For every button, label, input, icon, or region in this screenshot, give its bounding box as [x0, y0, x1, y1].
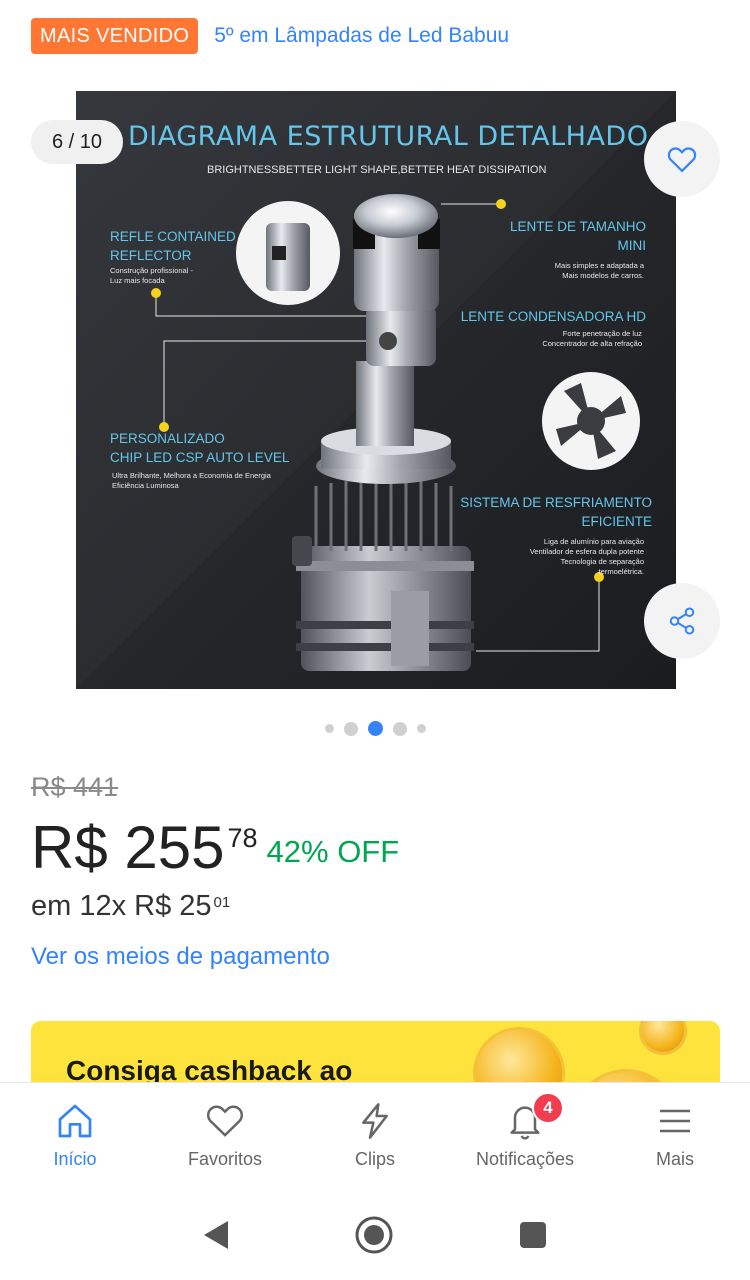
menu-icon: [660, 1109, 690, 1133]
chip-note: Ultra Brilhante, Melhora a Economia de E…: [112, 471, 271, 491]
home-icon: [58, 1104, 92, 1138]
reflector-title-line-1: REFLE CONTAINED: [110, 229, 236, 244]
bolt-icon: [362, 1103, 388, 1139]
lens-title-line-1: LENTE DE TAMANHO: [509, 219, 646, 234]
notification-count-badge: 4: [532, 1092, 564, 1124]
chip-note-line-2: Eficiência Luminosa: [112, 481, 179, 490]
cooling-note: Liga de alumínio para aviação Ventilador…: [530, 537, 644, 577]
reflector-callout: REFLE CONTAINED REFLECTOR: [110, 227, 236, 265]
installments-cents: 01: [213, 894, 231, 911]
cooling-note-line-1: Liga de alumínio para aviação: [543, 537, 644, 546]
nav-item-clips[interactable]: Clips: [300, 1083, 450, 1190]
pagination-dot[interactable]: [324, 724, 334, 733]
recents-icon[interactable]: [518, 1220, 548, 1250]
gallery-pagination: [0, 721, 750, 736]
share-button[interactable]: [644, 583, 720, 659]
share-icon: [669, 607, 695, 635]
product-image-gallery[interactable]: DIAGRAMA ESTRUTURAL DETALHADO BRIGHTNESS…: [76, 91, 676, 689]
cooling-callout: SISTEMA DE RESFRIAMENTO EFICIENTE: [460, 493, 652, 531]
home-circle-icon[interactable]: [354, 1215, 394, 1255]
lens-title-line-2: MINI: [617, 238, 647, 253]
product-diagram-image: [76, 91, 676, 689]
discount-label: 42% OFF: [266, 834, 400, 869]
pagination-dot[interactable]: [343, 721, 358, 736]
lens-note: Mais simples e adaptada a Mais modelos d…: [555, 261, 644, 281]
best-seller-badge: MAIS VENDIDO: [31, 18, 199, 54]
chip-title-line-2: CHIP LED CSP AUTO LEVEL: [110, 450, 290, 465]
badge-row: MAIS VENDIDO 5º em Lâmpadas de Led Babuu: [31, 18, 509, 54]
image-counter: 6 / 10: [31, 120, 123, 164]
diagram-title: DIAGRAMA ESTRUTURAL DETALHADO: [128, 121, 649, 152]
nav-label-home: Início: [53, 1149, 97, 1169]
installments-amount: em 12x R$ 25: [31, 890, 212, 922]
chip-callout: PERSONALIZADO CHIP LED CSP AUTO LEVEL: [110, 429, 289, 467]
nav-label-favorites: Favoritos: [187, 1149, 263, 1169]
condenser-callout: LENTE CONDENSADORA HD: [460, 309, 646, 324]
lens-note-line-2: Mais modelos de carros.: [562, 271, 644, 280]
nav-label-notifications: Notificações: [475, 1149, 575, 1169]
product-page: MAIS VENDIDO 5º em Lâmpadas de Led Babuu…: [0, 0, 750, 1280]
add-to-favorites-button[interactable]: [644, 121, 720, 197]
pagination-dot[interactable]: [416, 724, 426, 733]
cooling-title-line-2: EFICIENTE: [581, 514, 652, 529]
current-price: R$ 255 78 42% OFF: [31, 812, 399, 884]
nav-item-notifications[interactable]: 4 Notificações: [450, 1083, 600, 1190]
condenser-note-line-1: Forte penetração de luz: [562, 329, 642, 338]
nav-item-home[interactable]: Início: [0, 1083, 150, 1190]
installments: em 12x R$ 25 01: [31, 890, 230, 923]
system-navigation-bar: [0, 1190, 750, 1280]
price-amount: R$ 255: [31, 814, 225, 881]
diagram-subtitle: BRIGHTNESSBETTER LIGHT SHAPE,BETTER HEAT…: [207, 164, 547, 176]
cooling-note-line-2: Ventilador de esfera dupla potente: [529, 547, 644, 556]
nav-label-more: Mais: [655, 1149, 694, 1169]
condenser-note: Forte penetração de luz Concentrador de …: [542, 329, 642, 349]
original-price: R$ 441: [31, 772, 119, 802]
price-cents: 78: [227, 823, 258, 853]
nav-label-clips: Clips: [354, 1149, 395, 1169]
cooling-note-line-4: termoelétrica.: [598, 567, 644, 576]
cooling-title-line-1: SISTEMA DE RESFRIAMENTO: [460, 495, 652, 510]
bottom-navigation: Início Favoritos Clips 4 Notificações Ma…: [0, 1082, 750, 1190]
pagination-dot-active[interactable]: [367, 721, 383, 736]
heart-icon: [206, 1105, 244, 1137]
coin-icon: [639, 1021, 687, 1055]
nav-item-more[interactable]: Mais: [600, 1083, 750, 1190]
reflector-note-line-1: Construção profissional -: [110, 266, 193, 275]
reflector-note-line-2: Luz mais focada: [110, 276, 165, 285]
lens-note-line-1: Mais simples e adaptada a: [554, 261, 644, 270]
pagination-dot[interactable]: [392, 721, 407, 736]
condenser-note-line-2: Concentrador de alta refração: [542, 339, 642, 348]
reflector-note: Construção profissional - Luz mais focad…: [110, 266, 193, 286]
nav-item-favorites[interactable]: Favoritos: [150, 1083, 300, 1190]
lens-callout: LENTE DE TAMANHO MINI: [510, 217, 646, 255]
category-rank-link[interactable]: 5º em Lâmpadas de Led Babuu: [214, 25, 509, 47]
chip-title-line-1: PERSONALIZADO: [110, 431, 225, 446]
reflector-title-line-2: REFLECTOR: [110, 248, 192, 263]
back-icon[interactable]: [202, 1219, 230, 1251]
cooling-note-line-3: Tecnologia de separação: [560, 557, 644, 566]
heart-icon: [667, 147, 697, 173]
payment-methods-link[interactable]: Ver os meios de pagamento: [31, 943, 330, 971]
chip-note-line-1: Ultra Brilhante, Melhora a Economia de E…: [112, 471, 271, 480]
